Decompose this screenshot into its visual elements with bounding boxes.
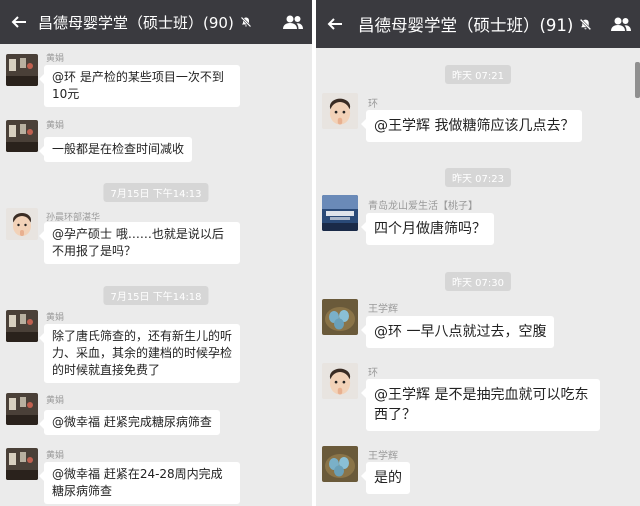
dark-room-avatar[interactable] [6,120,38,152]
timestamp: 7月15日 下午14:18 [103,286,209,305]
back-button[interactable] [316,0,354,48]
sender-name: 黄娟 [46,313,65,323]
message-bubble[interactable]: 除了唐氏筛查的，还有新生儿的听力、采血，其余的建档的时候孕检的时候就直接免费了 [39,324,240,383]
message-bubble[interactable]: @环 是产检的某些项目一次不到10元 [39,65,240,107]
message-bubble[interactable]: @孕产硕士 哦……也就是说以后不用报了是吗？ [39,222,240,264]
message-bubble[interactable]: 是的 [361,462,410,494]
back-arrow-icon [11,16,26,28]
group-members-icon[interactable] [282,14,304,30]
scrollbar[interactable] [635,62,640,98]
right-chat-window: 昌德母婴学堂（硕士班）(91) 昨天 07:21 环 @王学辉 我做糖筛应该几点… [316,0,640,506]
chat-title: 昌德母婴学堂（硕士班）(91) [358,16,574,35]
baby-avatar[interactable] [322,363,358,399]
sender-name: 黄娟 [46,396,65,406]
message-bubble[interactable]: @微幸福 赶紧完成糖尿病筛查 [39,410,220,435]
back-button[interactable] [0,0,38,44]
message-bubble[interactable]: @王学辉 是不是抽完血就可以吃东西了？ [361,379,600,431]
timestamp: 7月15日 下午14:13 [103,183,209,202]
city-avatar[interactable] [322,195,358,231]
sender-name: 王学辉 [368,304,398,315]
eggs-avatar[interactable] [322,446,358,482]
back-arrow-icon [327,18,342,30]
sender-name: 环 [368,368,378,379]
mute-icon [240,16,252,28]
sender-name: 王学辉 [368,451,398,462]
sender-name: 黄娟 [46,54,65,64]
baby-avatar[interactable] [322,93,358,129]
sender-name: 黄娟 [46,451,65,461]
message-bubble[interactable]: 四个月做唐筛吗？ [361,213,494,245]
eggs-avatar[interactable] [322,299,358,335]
dark-room-avatar[interactable] [6,310,38,342]
message-bubble[interactable]: 一般都是在检查时间减收 [38,137,193,162]
mute-icon [579,18,592,31]
timestamp: 昨天 07:21 [445,65,511,84]
dark-room-avatar[interactable] [6,54,38,86]
sender-name: 环 [368,99,378,110]
sender-name: 黄娟 [46,121,65,131]
group-members-icon[interactable] [610,16,632,32]
chat-header: 昌德母婴学堂（硕士班）(91) [316,0,640,48]
dark-room-avatar[interactable] [6,448,38,480]
timestamp: 昨天 07:23 [445,168,511,187]
dark-room-avatar[interactable] [6,393,38,425]
message-bubble[interactable]: @环 一早八点就过去，空腹 [360,316,555,348]
left-chat-window: 昌德母婴学堂（硕士班）(90) 黄娟 @环 是产检的某些项目一次不到10元 黄娟… [0,0,312,506]
chat-header: 昌德母婴学堂（硕士班）(90) [0,0,312,44]
message-bubble[interactable]: @微幸福 赶紧在24-28周内完成糖尿病筛查 [39,462,240,504]
baby-avatar[interactable] [6,208,38,240]
message-bubble[interactable]: @王学辉 我做糖筛应该几点去？ [360,110,583,142]
chat-title: 昌德母婴学堂（硕士班）(90) [38,13,234,32]
timestamp: 昨天 07:30 [445,272,511,291]
sender-name: 青岛龙山爱生活【桃子】 [368,201,478,212]
